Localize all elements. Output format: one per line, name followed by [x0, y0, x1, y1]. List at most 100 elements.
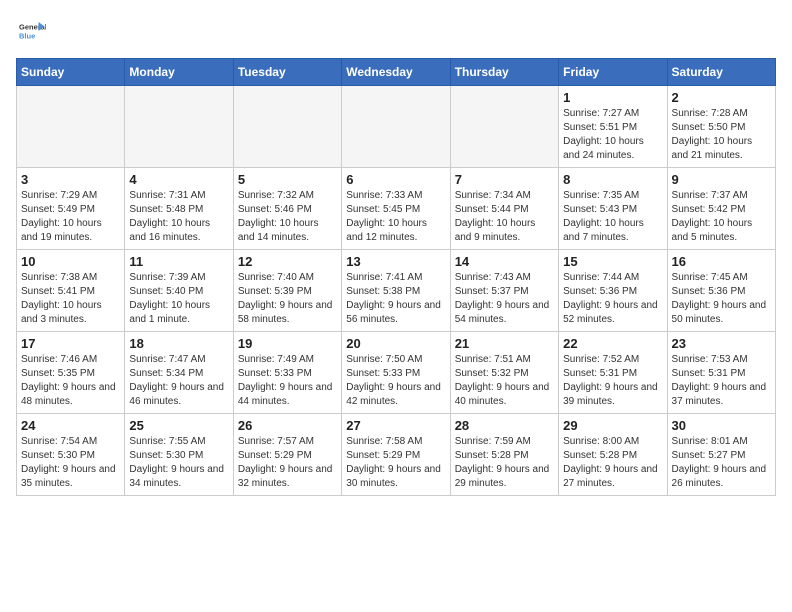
day-cell	[125, 86, 233, 168]
day-info: Sunrise: 7:57 AMSunset: 5:29 PMDaylight:…	[238, 435, 337, 491]
week-row-2: 3 Sunrise: 7:29 AMSunset: 5:49 PMDaylight…	[17, 168, 776, 250]
day-cell: 26 Sunrise: 7:57 AMSunset: 5:29 PMDayligh…	[233, 414, 341, 496]
day-cell: 4 Sunrise: 7:31 AMSunset: 5:48 PMDaylight…	[125, 168, 233, 250]
day-info: Sunrise: 7:31 AMSunset: 5:48 PMDaylight:…	[129, 189, 228, 245]
day-cell	[17, 86, 125, 168]
day-cell: 9 Sunrise: 7:37 AMSunset: 5:42 PMDaylight…	[667, 168, 775, 250]
day-number: 2	[672, 90, 771, 105]
svg-text:Blue: Blue	[19, 32, 35, 41]
day-info: Sunrise: 8:00 AMSunset: 5:28 PMDaylight:…	[563, 435, 662, 491]
day-cell: 30 Sunrise: 8:01 AMSunset: 5:27 PMDayligh…	[667, 414, 775, 496]
day-cell: 7 Sunrise: 7:34 AMSunset: 5:44 PMDaylight…	[450, 168, 558, 250]
day-cell: 15 Sunrise: 7:44 AMSunset: 5:36 PMDayligh…	[559, 250, 667, 332]
day-info: Sunrise: 7:59 AMSunset: 5:28 PMDaylight:…	[455, 435, 554, 491]
day-number: 10	[21, 254, 120, 269]
day-cell: 2 Sunrise: 7:28 AMSunset: 5:50 PMDaylight…	[667, 86, 775, 168]
day-number: 9	[672, 172, 771, 187]
day-number: 3	[21, 172, 120, 187]
day-number: 4	[129, 172, 228, 187]
day-cell: 11 Sunrise: 7:39 AMSunset: 5:40 PMDayligh…	[125, 250, 233, 332]
day-number: 23	[672, 336, 771, 351]
day-info: Sunrise: 7:52 AMSunset: 5:31 PMDaylight:…	[563, 353, 662, 409]
day-info: Sunrise: 7:41 AMSunset: 5:38 PMDaylight:…	[346, 271, 445, 327]
day-info: Sunrise: 7:37 AMSunset: 5:42 PMDaylight:…	[672, 189, 771, 245]
col-header-tuesday: Tuesday	[233, 59, 341, 86]
day-number: 29	[563, 418, 662, 433]
day-info: Sunrise: 7:51 AMSunset: 5:32 PMDaylight:…	[455, 353, 554, 409]
day-number: 12	[238, 254, 337, 269]
day-number: 17	[21, 336, 120, 351]
day-info: Sunrise: 7:43 AMSunset: 5:37 PMDaylight:…	[455, 271, 554, 327]
day-number: 18	[129, 336, 228, 351]
col-header-sunday: Sunday	[17, 59, 125, 86]
day-cell	[342, 86, 450, 168]
day-cell: 21Sunrise: 7:51 AMSunset: 5:32 PMDayligh…	[450, 332, 558, 414]
day-info: Sunrise: 7:40 AMSunset: 5:39 PMDaylight:…	[238, 271, 337, 327]
day-info: Sunrise: 7:33 AMSunset: 5:45 PMDaylight:…	[346, 189, 445, 245]
day-info: Sunrise: 7:28 AMSunset: 5:50 PMDaylight:…	[672, 107, 771, 163]
calendar-header-row: SundayMondayTuesdayWednesdayThursdayFrid…	[17, 59, 776, 86]
day-info: Sunrise: 7:39 AMSunset: 5:40 PMDaylight:…	[129, 271, 228, 327]
day-number: 15	[563, 254, 662, 269]
week-row-3: 10 Sunrise: 7:38 AMSunset: 5:41 PMDayligh…	[17, 250, 776, 332]
day-info: Sunrise: 7:58 AMSunset: 5:29 PMDaylight:…	[346, 435, 445, 491]
col-header-monday: Monday	[125, 59, 233, 86]
week-row-1: 1 Sunrise: 7:27 AMSunset: 5:51 PMDaylight…	[17, 86, 776, 168]
day-cell: 28 Sunrise: 7:59 AMSunset: 5:28 PMDayligh…	[450, 414, 558, 496]
day-cell: 23 Sunrise: 7:53 AMSunset: 5:31 PMDayligh…	[667, 332, 775, 414]
day-number: 1	[563, 90, 662, 105]
day-number: 6	[346, 172, 445, 187]
day-number: 16	[672, 254, 771, 269]
day-info: Sunrise: 7:38 AMSunset: 5:41 PMDaylight:…	[21, 271, 120, 327]
day-cell: 25 Sunrise: 7:55 AMSunset: 5:30 PMDayligh…	[125, 414, 233, 496]
col-header-friday: Friday	[559, 59, 667, 86]
col-header-wednesday: Wednesday	[342, 59, 450, 86]
day-cell: 8Sunrise: 7:35 AMSunset: 5:43 PMDaylight…	[559, 168, 667, 250]
day-cell: 5Sunrise: 7:32 AMSunset: 5:46 PMDaylight…	[233, 168, 341, 250]
day-info: Sunrise: 7:29 AMSunset: 5:49 PMDaylight:…	[21, 189, 120, 245]
day-cell: 3 Sunrise: 7:29 AMSunset: 5:49 PMDaylight…	[17, 168, 125, 250]
day-number: 19	[238, 336, 337, 351]
day-number: 25	[129, 418, 228, 433]
day-cell: 13 Sunrise: 7:41 AMSunset: 5:38 PMDayligh…	[342, 250, 450, 332]
logo: General Blue	[16, 16, 46, 46]
day-cell	[233, 86, 341, 168]
day-cell: 1 Sunrise: 7:27 AMSunset: 5:51 PMDaylight…	[559, 86, 667, 168]
day-info: Sunrise: 7:54 AMSunset: 5:30 PMDaylight:…	[21, 435, 120, 491]
day-info: Sunrise: 7:50 AMSunset: 5:33 PMDaylight:…	[346, 353, 445, 409]
day-cell: 10 Sunrise: 7:38 AMSunset: 5:41 PMDayligh…	[17, 250, 125, 332]
day-cell: 17 Sunrise: 7:46 AMSunset: 5:35 PMDayligh…	[17, 332, 125, 414]
day-cell: 6 Sunrise: 7:33 AMSunset: 5:45 PMDaylight…	[342, 168, 450, 250]
day-info: Sunrise: 7:35 AMSunset: 5:43 PMDaylight:…	[563, 189, 662, 245]
day-cell: 22 Sunrise: 7:52 AMSunset: 5:31 PMDayligh…	[559, 332, 667, 414]
day-number: 14	[455, 254, 554, 269]
day-cell	[450, 86, 558, 168]
day-cell: 24Sunrise: 7:54 AMSunset: 5:30 PMDayligh…	[17, 414, 125, 496]
day-info: Sunrise: 7:46 AMSunset: 5:35 PMDaylight:…	[21, 353, 120, 409]
day-info: Sunrise: 7:44 AMSunset: 5:36 PMDaylight:…	[563, 271, 662, 327]
day-number: 7	[455, 172, 554, 187]
day-number: 13	[346, 254, 445, 269]
day-cell: 12 Sunrise: 7:40 AMSunset: 5:39 PMDayligh…	[233, 250, 341, 332]
day-info: Sunrise: 7:34 AMSunset: 5:44 PMDaylight:…	[455, 189, 554, 245]
day-info: Sunrise: 7:53 AMSunset: 5:31 PMDaylight:…	[672, 353, 771, 409]
day-number: 22	[563, 336, 662, 351]
day-cell: 16Sunrise: 7:45 AMSunset: 5:36 PMDayligh…	[667, 250, 775, 332]
logo-icon: General Blue	[16, 16, 46, 46]
day-number: 26	[238, 418, 337, 433]
col-header-saturday: Saturday	[667, 59, 775, 86]
day-number: 11	[129, 254, 228, 269]
day-cell: 29 Sunrise: 8:00 AMSunset: 5:28 PMDayligh…	[559, 414, 667, 496]
day-info: Sunrise: 7:27 AMSunset: 5:51 PMDaylight:…	[563, 107, 662, 163]
calendar-table: SundayMondayTuesdayWednesdayThursdayFrid…	[16, 58, 776, 496]
day-info: Sunrise: 7:32 AMSunset: 5:46 PMDaylight:…	[238, 189, 337, 245]
day-info: Sunrise: 8:01 AMSunset: 5:27 PMDaylight:…	[672, 435, 771, 491]
day-info: Sunrise: 7:55 AMSunset: 5:30 PMDaylight:…	[129, 435, 228, 491]
page-header: General Blue	[16, 16, 776, 46]
day-cell: 20 Sunrise: 7:50 AMSunset: 5:33 PMDayligh…	[342, 332, 450, 414]
day-number: 28	[455, 418, 554, 433]
day-number: 20	[346, 336, 445, 351]
day-number: 30	[672, 418, 771, 433]
day-number: 27	[346, 418, 445, 433]
col-header-thursday: Thursday	[450, 59, 558, 86]
